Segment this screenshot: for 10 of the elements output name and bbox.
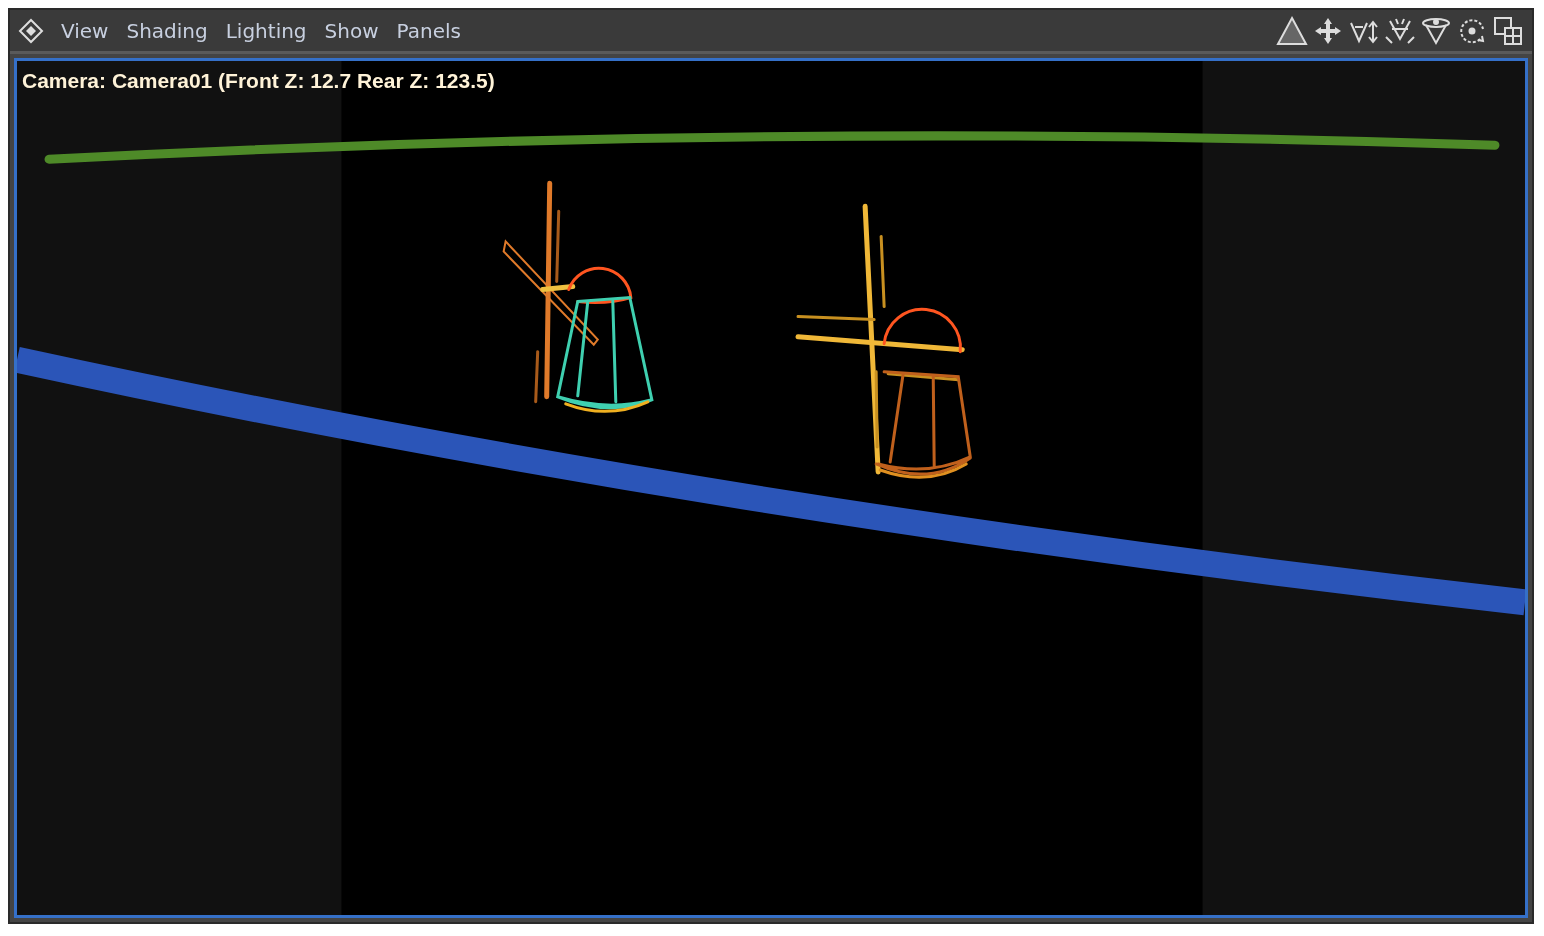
- menu-item[interactable]: Shading: [117, 15, 217, 46]
- diamond-icon[interactable]: [18, 17, 44, 44]
- triangle-icon[interactable]: [1276, 14, 1308, 47]
- menu-item[interactable]: View: [52, 15, 118, 46]
- menu-item[interactable]: Panels: [387, 15, 470, 46]
- menu-item[interactable]: Show: [315, 15, 388, 46]
- camera-label: Camera: Camera01 (Front Z: 12.7 Rear Z: 123.5): [22, 68, 495, 94]
- viewport[interactable]: Camera: Camera01 (Front Z: 12.7 Rear Z: 123.5): [14, 58, 1528, 918]
- maximize-viewport-icon[interactable]: [1492, 14, 1524, 47]
- menu-item[interactable]: Lighting: [216, 15, 316, 46]
